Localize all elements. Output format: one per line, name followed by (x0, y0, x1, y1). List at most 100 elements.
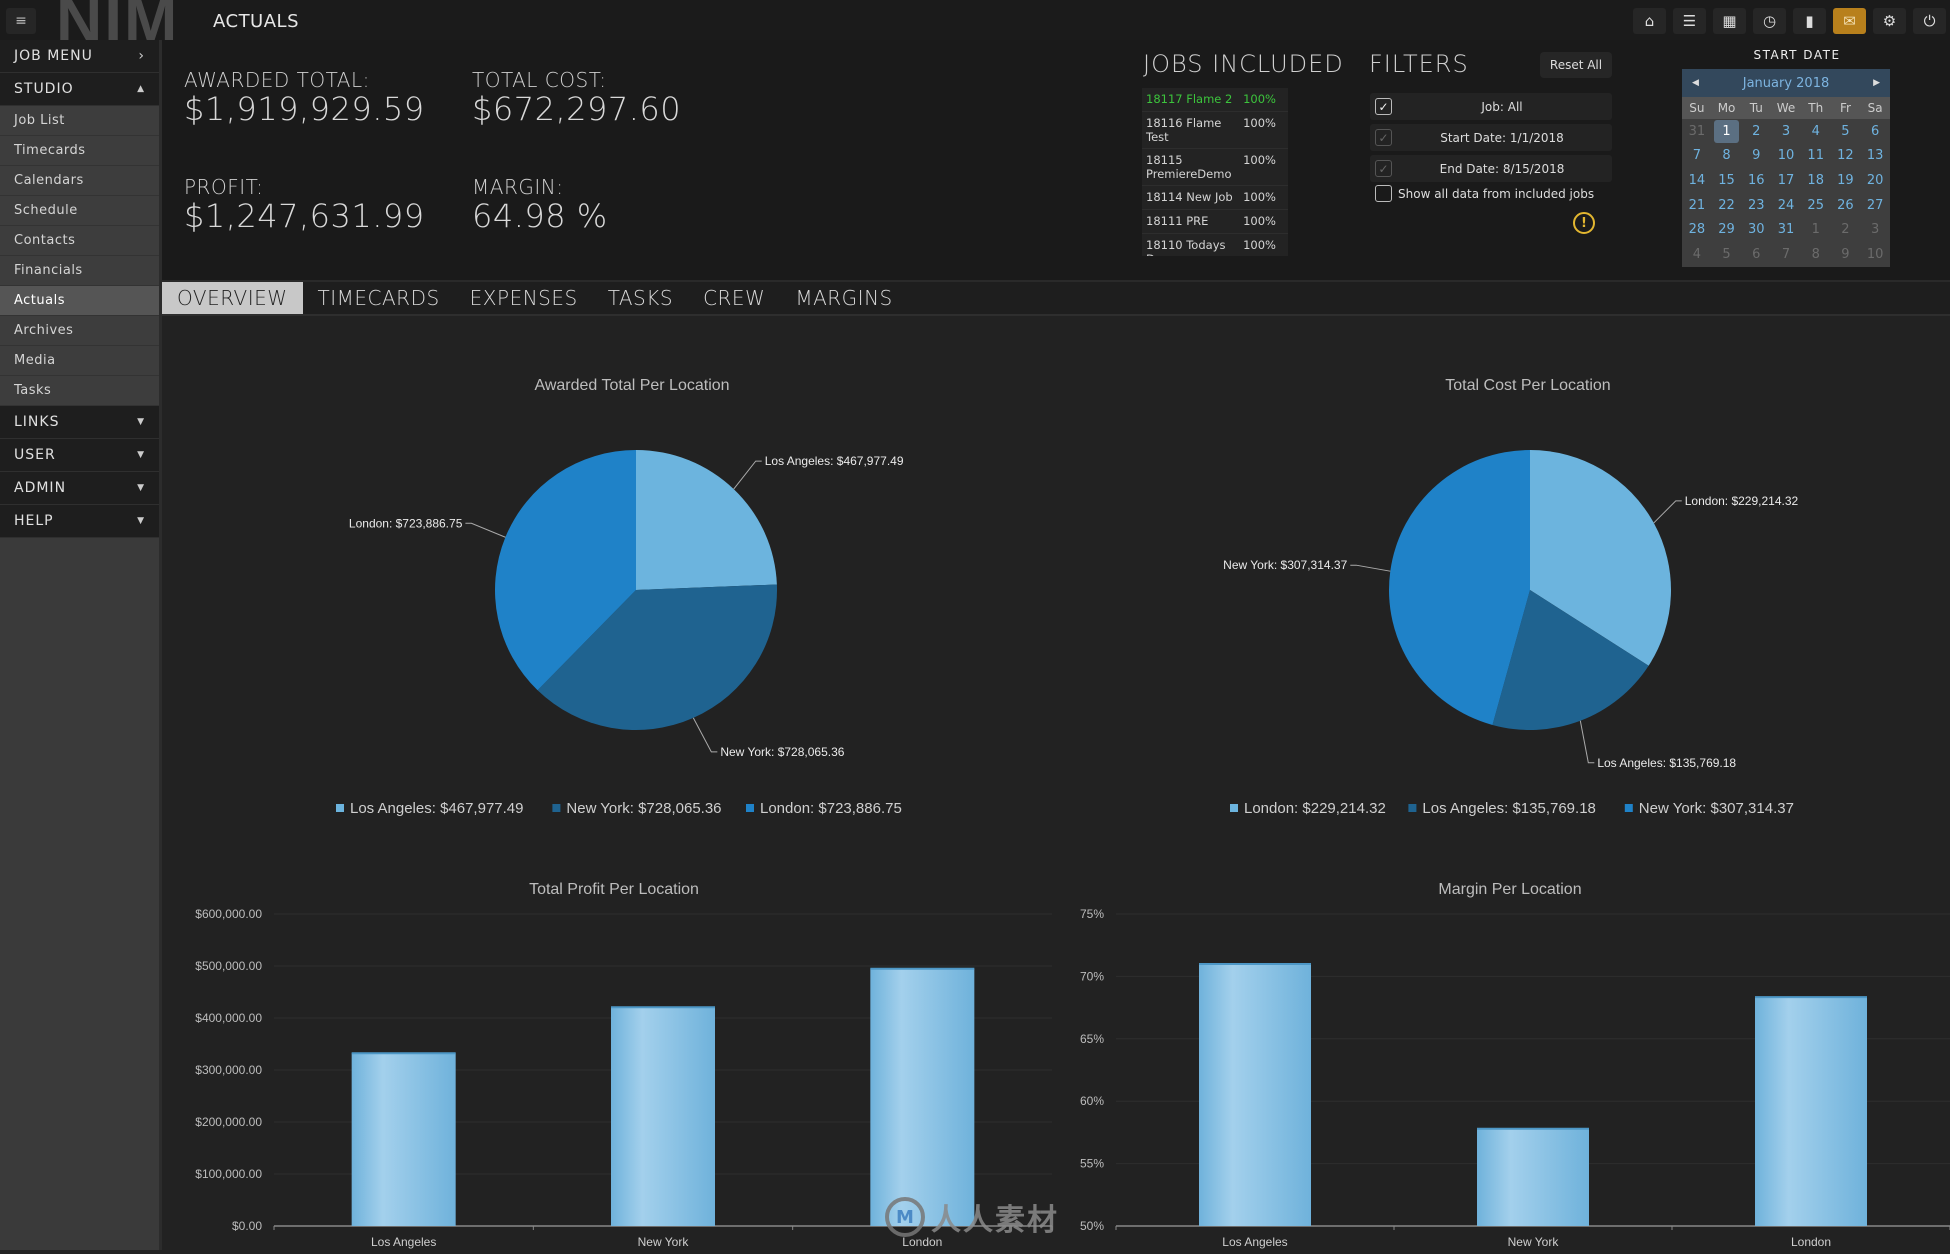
calendar-day[interactable]: 27 (1860, 193, 1890, 218)
calendar-day[interactable]: 8 (1712, 144, 1742, 169)
calendar-day[interactable]: 4 (1801, 119, 1831, 144)
home-button[interactable]: ⌂ (1633, 8, 1666, 34)
bar-los-angeles (351, 1053, 456, 1226)
filter-row[interactable]: ✓ Start Date: 1/1/2018 (1370, 124, 1612, 151)
calendar-day[interactable]: 2 (1741, 119, 1771, 144)
tab-margins[interactable]: MARGINS (780, 282, 907, 314)
calendar-month-label[interactable]: January 2018 (1743, 76, 1830, 91)
clock-button[interactable]: ◷ (1753, 8, 1786, 34)
sidebar-section-help[interactable]: HELP ▼ (0, 505, 159, 538)
calendar-day[interactable]: 24 (1771, 193, 1801, 218)
sidebar-section-admin[interactable]: ADMIN ▼ (0, 472, 159, 505)
job-row[interactable]: 18114 New Job 100% (1142, 186, 1288, 210)
calendar-day[interactable]: 10 (1860, 242, 1890, 267)
calendar-day[interactable]: 25 (1801, 193, 1831, 218)
calendar-day[interactable]: 16 (1741, 168, 1771, 193)
job-row[interactable]: 18115 PremiereDemo 100% (1142, 149, 1288, 186)
job-row[interactable]: 18116 Flame Test 100% (1142, 112, 1288, 149)
sidebar-section-label: LINKS (14, 414, 60, 430)
filter-row[interactable]: ✓ End Date: 8/15/2018 (1370, 155, 1612, 182)
legend-item: London: $723,886.75 (760, 800, 902, 817)
job-row[interactable]: 18110 Todays Demo 100% (1142, 234, 1288, 256)
calendar-day[interactable]: 17 (1771, 168, 1801, 193)
filter-checkbox[interactable]: ✓ (1375, 98, 1392, 115)
calendar-day[interactable]: 9 (1741, 144, 1771, 169)
job-row[interactable]: 18117 Flame 2 100% (1142, 88, 1288, 112)
calendar-day[interactable]: 7 (1682, 144, 1712, 169)
list-button[interactable]: ☰ (1673, 8, 1706, 34)
filter-row[interactable]: ✓ Job: All (1370, 93, 1612, 120)
calendar-day[interactable]: 29 (1712, 217, 1742, 242)
tab-timecards[interactable]: TIMECARDS (303, 282, 455, 314)
calendar-day[interactable]: 8 (1801, 242, 1831, 267)
calendar-day[interactable]: 12 (1831, 144, 1861, 169)
sidebar-studio[interactable]: STUDIO ▲ (0, 73, 159, 106)
total-cost-label: TOTAL COST: (472, 68, 607, 92)
calendar-day[interactable]: 3 (1771, 119, 1801, 144)
calendar-day[interactable]: 21 (1682, 193, 1712, 218)
sidebar-job-menu[interactable]: JOB MENU › (0, 40, 159, 73)
sidebar-item-job-list[interactable]: Job List (0, 106, 159, 136)
sidebar-item-calendars[interactable]: Calendars (0, 166, 159, 196)
calendar-day[interactable]: 1 (1801, 217, 1831, 242)
gear-button[interactable]: ⚙ (1873, 8, 1906, 34)
sidebar-item-media[interactable]: Media (0, 346, 159, 376)
tab-tasks[interactable]: TASKS (593, 282, 688, 314)
calendar-day[interactable]: 7 (1771, 242, 1801, 267)
tab-expenses[interactable]: EXPENSES (455, 282, 593, 314)
calendar-day[interactable]: 6 (1741, 242, 1771, 267)
tab-overview[interactable]: OVERVIEW (162, 282, 303, 314)
calendar-day[interactable]: 23 (1741, 193, 1771, 218)
calendar-day[interactable]: 5 (1831, 119, 1861, 144)
calendar-day[interactable]: 15 (1712, 168, 1742, 193)
sidebar-section-links[interactable]: LINKS ▼ (0, 406, 159, 439)
calendar-next-icon[interactable]: ▶ (1873, 78, 1880, 88)
calendar-day[interactable]: 9 (1831, 242, 1861, 267)
calendar-day[interactable]: 13 (1860, 144, 1890, 169)
calendar-day[interactable]: 6 (1860, 119, 1890, 144)
calendar-day[interactable]: 1 (1713, 120, 1740, 143)
calendar-day[interactable]: 31 (1771, 217, 1801, 242)
calendar-day[interactable]: 14 (1682, 168, 1712, 193)
jobs-included-list[interactable]: 18117 Flame 2 100% 18116 Flame Test 100% 181… (1142, 88, 1288, 256)
show-all-checkbox[interactable] (1375, 185, 1392, 202)
power-button[interactable]: ⏻ (1913, 8, 1946, 34)
calendar-day[interactable]: 18 (1801, 168, 1831, 193)
calendar-day[interactable]: 22 (1712, 193, 1742, 218)
pie-data-label: New York: $307,314.37 (1223, 558, 1347, 572)
job-row[interactable]: 18111 PRE 100% (1142, 210, 1288, 234)
menu-toggle-button[interactable]: ≡ (6, 8, 36, 34)
sidebar-item-schedule[interactable]: Schedule (0, 196, 159, 226)
sidebar-item-actuals[interactable]: Actuals (0, 286, 159, 316)
show-all-data-toggle[interactable]: Show all data from included jobs (1375, 185, 1594, 202)
sidebar-item-timecards[interactable]: Timecards (0, 136, 159, 166)
calendar-day[interactable]: 11 (1801, 144, 1831, 169)
calendar-day[interactable]: 10 (1771, 144, 1801, 169)
filter-checkbox[interactable]: ✓ (1375, 160, 1392, 177)
reset-all-button[interactable]: Reset All (1540, 52, 1612, 78)
calendar-day[interactable]: 30 (1741, 217, 1771, 242)
calendar-prev-icon[interactable]: ◀ (1692, 78, 1699, 88)
calendar-day[interactable]: 2 (1831, 217, 1861, 242)
calendar-day[interactable]: 31 (1682, 119, 1712, 144)
tab-crew[interactable]: CREW (688, 282, 780, 314)
calendar-day[interactable]: 28 (1682, 217, 1712, 242)
sidebar-section-user[interactable]: USER ▼ (0, 439, 159, 472)
sidebar-item-contacts[interactable]: Contacts (0, 226, 159, 256)
pie-label-line (1579, 720, 1595, 764)
pie-data-label: London: $723,886.75 (349, 516, 463, 530)
calendar-button[interactable]: ▦ (1713, 8, 1746, 34)
calendar-day[interactable]: 19 (1831, 168, 1861, 193)
mail-button[interactable]: ✉ (1833, 8, 1866, 34)
bookmark-button[interactable]: ▮ (1793, 8, 1826, 34)
filter-checkbox[interactable]: ✓ (1375, 129, 1392, 146)
calendar-day[interactable]: 26 (1831, 193, 1861, 218)
calendar-day[interactable]: 20 (1860, 168, 1890, 193)
sidebar-item-tasks[interactable]: Tasks (0, 376, 159, 406)
calendar-day[interactable]: 5 (1712, 242, 1742, 267)
sidebar-item-archives[interactable]: Archives (0, 316, 159, 346)
warning-icon[interactable]: ! (1573, 212, 1595, 234)
sidebar-item-financials[interactable]: Financials (0, 256, 159, 286)
calendar-day[interactable]: 4 (1682, 242, 1712, 267)
calendar-day[interactable]: 3 (1860, 217, 1890, 242)
